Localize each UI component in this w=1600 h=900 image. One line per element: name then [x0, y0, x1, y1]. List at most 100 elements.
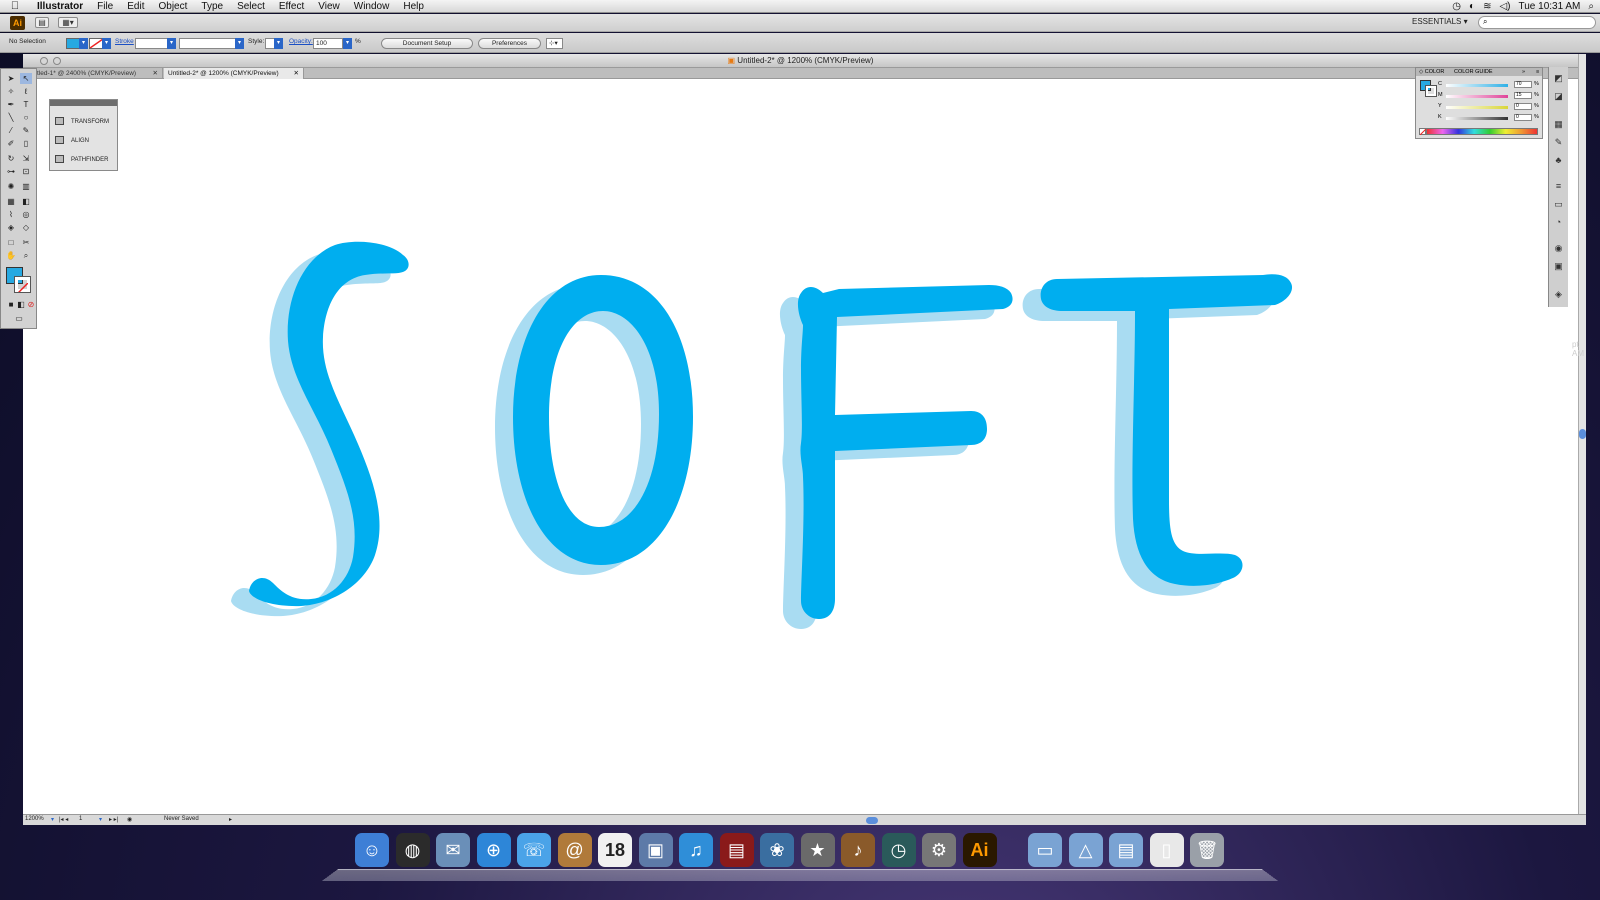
rotate-tool-icon[interactable]: ↻ — [5, 153, 17, 164]
graphic-styles-icon[interactable]: ▣ — [1553, 261, 1564, 271]
stroke-weight-dropdown[interactable]: ▾ — [167, 38, 176, 49]
paintbrush-tool-icon[interactable]: ⁄ — [5, 125, 17, 136]
direct-selection-tool-icon[interactable]: ↖ — [20, 73, 32, 84]
layers-icon[interactable]: ◈ — [1553, 289, 1564, 299]
tab-untitled-2[interactable]: Untitled-2* @ 1200% (CMYK/Preview) ✕ — [164, 68, 304, 79]
pencil-tool-icon[interactable]: ✎ — [20, 125, 32, 136]
next-page-icon[interactable]: ▸ ▸| — [109, 816, 118, 823]
brushes-icon[interactable]: ✎ — [1553, 137, 1564, 147]
tab-color-guide[interactable]: COLOR GUIDE — [1454, 69, 1493, 75]
screen-mode-icon[interactable]: ▭ — [11, 313, 27, 324]
minimize-window-icon[interactable] — [53, 57, 61, 65]
imovie-icon[interactable]: ★ — [800, 833, 835, 867]
status-arrow-icon[interactable]: ▸ — [229, 816, 232, 823]
stroke-dropdown[interactable]: ▾ — [102, 38, 111, 49]
artboard-tool-icon[interactable]: □ — [5, 237, 17, 248]
folder-icon[interactable]: ▭ — [1028, 833, 1062, 867]
menu-edit[interactable]: Edit — [120, 1, 151, 12]
opacity-dropdown[interactable]: ▾ — [343, 38, 352, 49]
stroke-color-swatch[interactable] — [14, 276, 31, 294]
app-menu[interactable]: Illustrator — [30, 1, 90, 12]
panel-header[interactable] — [50, 100, 117, 106]
garageband-icon[interactable]: ♪ — [841, 833, 875, 867]
zoom-level-field[interactable]: 1200% — [25, 816, 44, 822]
document-setup-button[interactable]: Document Setup — [381, 38, 473, 49]
panel-stroke-swatch[interactable] — [1425, 85, 1437, 97]
eyedropper-tool-icon[interactable]: ⌇ — [5, 209, 17, 220]
tab-untitled-1[interactable]: tled-1* @ 2400% (CMYK/Preview) ✕ — [33, 68, 163, 79]
bridge-button[interactable]: ▤ — [35, 17, 49, 28]
slider-track[interactable] — [1446, 117, 1508, 120]
close-window-icon[interactable] — [40, 57, 48, 65]
transform-panel-button[interactable]: TRANSFORM — [55, 116, 109, 128]
status-menu-icon[interactable]: ◉ — [127, 816, 132, 823]
menu-type[interactable]: Type — [194, 1, 230, 12]
workspace-switcher[interactable]: ESSENTIALS ▾ — [1412, 17, 1468, 26]
pen-tool-icon[interactable]: ✒ — [5, 99, 17, 110]
line-tool-icon[interactable]: ╲ — [5, 112, 17, 123]
stroke-label[interactable]: Stroke — [115, 38, 134, 45]
variable-width-dropdown[interactable]: ▾ — [235, 38, 244, 49]
trash-icon[interactable]: 🗑 — [1190, 833, 1224, 867]
lasso-tool-icon[interactable]: ℓ — [20, 86, 32, 97]
type-tool-icon[interactable]: T — [20, 99, 32, 110]
tab-color[interactable]: ◇ COLOR — [1419, 69, 1444, 75]
live-paint-selection-tool-icon[interactable]: ◇ — [20, 222, 32, 233]
wifi-icon[interactable]: ≋ — [1483, 1, 1491, 12]
ical-icon[interactable]: 18 — [598, 833, 632, 867]
hand-tool-icon[interactable]: ✋ — [5, 250, 17, 261]
slider-value-field[interactable]: 0 — [1514, 114, 1532, 121]
letter-s[interactable] — [249, 241, 409, 607]
slider-value-field[interactable]: 15 — [1514, 92, 1532, 99]
opacity-label[interactable]: Opacity: — [289, 38, 313, 45]
close-tab-icon[interactable]: ✕ — [294, 68, 299, 79]
documents-folder-icon[interactable]: ▤ — [1109, 833, 1143, 867]
menu-object[interactable]: Object — [151, 1, 194, 12]
search-input[interactable]: ⌕ — [1478, 16, 1596, 29]
slider-track[interactable] — [1446, 95, 1508, 98]
menu-clock[interactable]: Tue 10:31 AM — [1519, 1, 1581, 12]
color-slider-k[interactable]: K 0% — [1438, 114, 1539, 123]
graph-tool-icon[interactable]: ▥ — [20, 181, 32, 192]
spotlight-icon[interactable]: ⌕ — [1588, 1, 1594, 12]
slider-track[interactable] — [1446, 84, 1508, 87]
iphoto-icon[interactable]: ❀ — [760, 833, 794, 867]
dashboard-icon[interactable]: ◍ — [395, 833, 430, 867]
color-slider-m[interactable]: M 15% — [1438, 92, 1539, 101]
sync-menu-icon[interactable]: ◐ — [1469, 1, 1475, 12]
symbols-icon[interactable]: ♣ — [1553, 155, 1564, 165]
blob-brush-tool-icon[interactable]: ✐ — [5, 138, 17, 149]
ellipse-tool-icon[interactable]: ○ — [20, 112, 32, 123]
soft-lettering-artwork[interactable] — [23, 79, 1578, 814]
ichat-icon[interactable]: ☏ — [517, 833, 551, 867]
none-mode-icon[interactable]: ⊘ — [25, 299, 37, 310]
apple-menu-icon[interactable]:  — [0, 0, 30, 12]
gradient-icon[interactable]: ▭ — [1553, 199, 1564, 209]
menu-help[interactable]: Help — [396, 1, 431, 12]
menu-view[interactable]: View — [311, 1, 347, 12]
color-slider-y[interactable]: Y 0% — [1438, 103, 1539, 112]
slider-track[interactable] — [1446, 106, 1508, 109]
appearance-icon[interactable]: ◉ — [1553, 243, 1564, 253]
panel-collapse-icon[interactable]: » — [1522, 69, 1525, 75]
menu-window[interactable]: Window — [347, 1, 397, 12]
gradient-tool-icon[interactable]: ◧ — [20, 196, 32, 207]
color-guide-icon[interactable]: ◪ — [1553, 91, 1564, 101]
color-panel-icon[interactable]: ◩ — [1553, 73, 1564, 83]
live-paint-tool-icon[interactable]: ◈ — [5, 222, 17, 233]
width-tool-icon[interactable]: ⊶ — [5, 166, 17, 177]
panel-menu-icon[interactable]: ≡ — [1536, 69, 1539, 75]
artboard-canvas[interactable] — [23, 79, 1578, 814]
itunes-icon[interactable]: ♫ — [679, 833, 713, 867]
slider-value-field[interactable]: 70 — [1514, 81, 1532, 88]
menu-effect[interactable]: Effect — [272, 1, 311, 12]
first-page-icon[interactable]: |◂ ◂ — [59, 816, 68, 823]
none-color-icon[interactable] — [1419, 128, 1427, 136]
page-number-field[interactable]: 1 — [79, 816, 82, 822]
vertical-scrollbar[interactable] — [1578, 54, 1586, 814]
finder-icon[interactable]: ☺ — [355, 833, 389, 867]
mail-icon[interactable]: ✉ — [436, 833, 470, 867]
zoom-tool-icon[interactable]: ⌕ — [20, 250, 32, 261]
fill-dropdown[interactable]: ▾ — [79, 38, 88, 49]
selection-tool-icon[interactable]: ➤ — [5, 73, 17, 84]
